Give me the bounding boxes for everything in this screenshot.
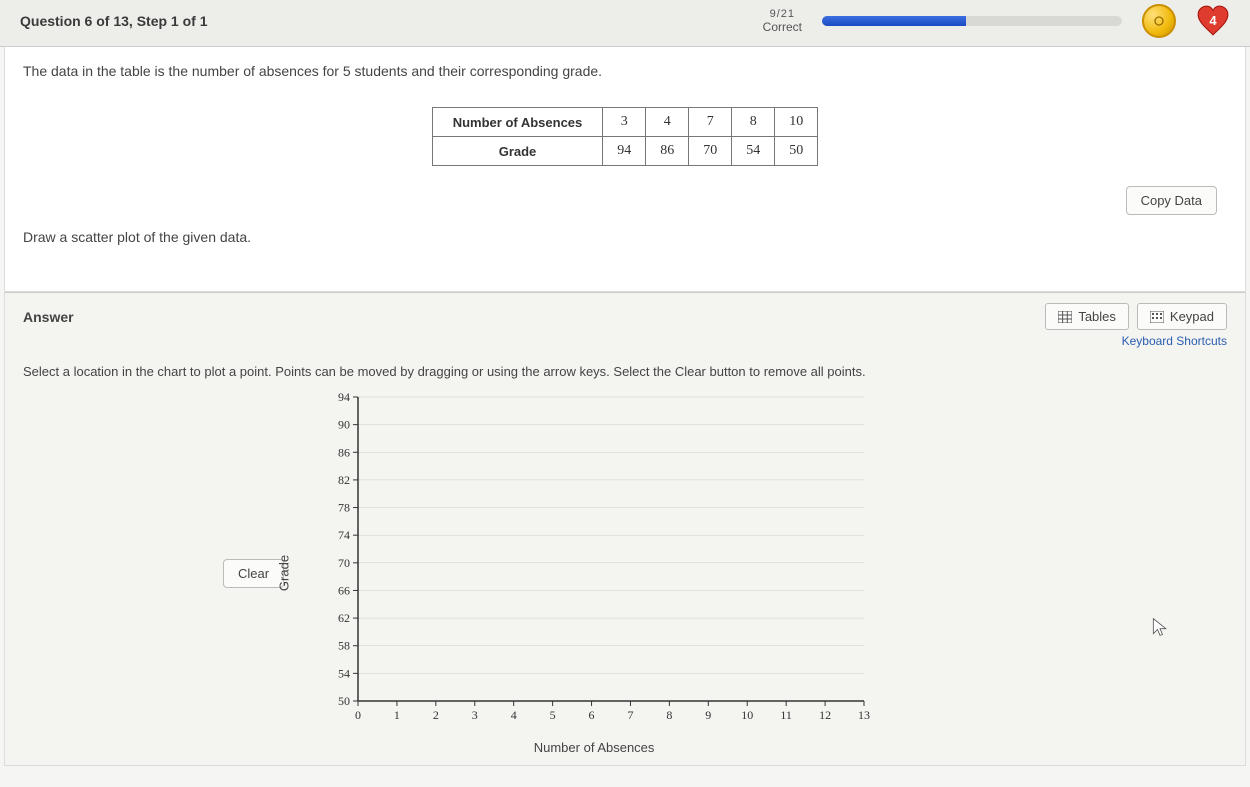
progress-fill [822,16,966,26]
svg-text:11: 11 [780,708,792,722]
header-bar: Question 6 of 13, Step 1 of 1 9/21 Corre… [0,0,1250,47]
instruction-text: Draw a scatter plot of the given data. [23,229,1227,245]
svg-text:5: 5 [550,708,556,722]
score-block: 9/21 Correct [763,8,802,34]
svg-text:12: 12 [819,708,831,722]
question-label: Question 6 of 13, Step 1 of 1 [20,13,207,29]
svg-text:9: 9 [705,708,711,722]
keypad-icon [1150,311,1164,323]
keypad-label: Keypad [1170,309,1214,324]
svg-text:0: 0 [355,708,361,722]
coin-icon [1142,4,1176,38]
svg-text:86: 86 [338,445,350,459]
correct-label: Correct [763,20,802,34]
row-label-absences: Number of Absences [432,108,603,137]
clear-button[interactable]: Clear [223,559,284,588]
svg-text:74: 74 [338,528,350,542]
score-fraction: 9/21 [770,8,795,20]
cell: 70 [689,137,732,166]
chart-canvas[interactable]: 5054586266707478828690940123456789101112… [314,391,874,731]
x-axis-label: Number of Absences [314,740,874,755]
cell: 7 [689,108,732,137]
svg-text:70: 70 [338,556,350,570]
svg-text:4: 4 [511,708,517,722]
answer-panel: Answer Tables Keypad Keyboard Shortcuts … [4,292,1246,766]
cell: 10 [775,108,818,137]
svg-text:3: 3 [472,708,478,722]
cell: 8 [732,108,775,137]
svg-text:6: 6 [589,708,595,722]
svg-text:7: 7 [628,708,634,722]
svg-text:58: 58 [338,639,350,653]
cell: 3 [603,108,646,137]
cell: 54 [732,137,775,166]
svg-text:78: 78 [338,501,350,515]
tables-button[interactable]: Tables [1045,303,1129,330]
cell: 94 [603,137,646,166]
lives-count: 4 [1209,13,1216,28]
svg-text:54: 54 [338,666,350,680]
table-row: Number of Absences 3 4 7 8 10 [432,108,818,137]
keyboard-shortcuts-link[interactable]: Keyboard Shortcuts [23,334,1227,348]
question-prompt: The data in the table is the number of a… [23,63,1227,79]
tables-label: Tables [1078,309,1116,324]
lives-heart: 4 [1196,4,1230,38]
svg-text:66: 66 [338,583,350,597]
scatter-chart[interactable]: Grade 5054586266707478828690940123456789… [314,391,874,755]
svg-text:2: 2 [433,708,439,722]
row-label-grade: Grade [432,137,603,166]
question-panel: The data in the table is the number of a… [4,47,1246,292]
keypad-button[interactable]: Keypad [1137,303,1227,330]
table-row: Grade 94 86 70 54 50 [432,137,818,166]
svg-text:10: 10 [741,708,753,722]
copy-data-button[interactable]: Copy Data [1126,186,1217,215]
data-table: Number of Absences 3 4 7 8 10 Grade 94 8… [432,107,819,166]
svg-text:8: 8 [666,708,672,722]
cell: 50 [775,137,818,166]
svg-text:94: 94 [338,391,350,404]
progress-bar [822,16,1122,26]
cursor-icon [1150,617,1170,637]
cell: 86 [646,137,689,166]
table-icon [1058,311,1072,323]
plot-hint: Select a location in the chart to plot a… [23,364,1227,379]
svg-text:82: 82 [338,473,350,487]
svg-text:1: 1 [394,708,400,722]
answer-title: Answer [23,309,1037,325]
svg-text:13: 13 [858,708,870,722]
cell: 4 [646,108,689,137]
svg-text:62: 62 [338,611,350,625]
svg-text:50: 50 [338,694,350,708]
y-axis-label: Grade [277,555,292,591]
svg-text:90: 90 [338,418,350,432]
